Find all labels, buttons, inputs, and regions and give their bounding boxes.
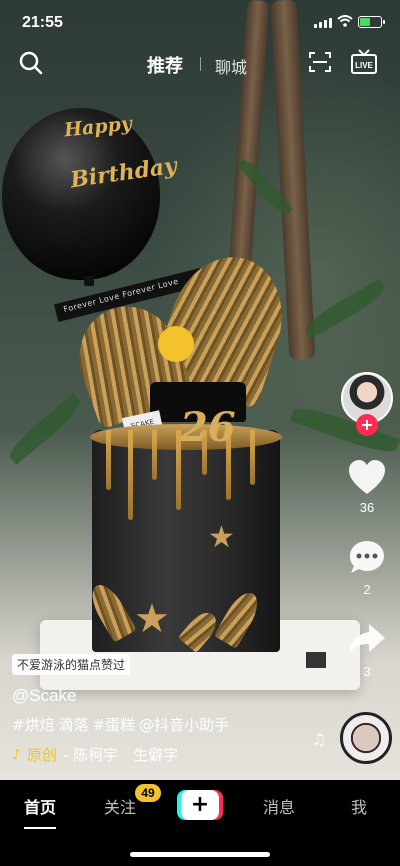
music-info[interactable]: ♪ 原创 - 陈柯宇 生僻字 (12, 744, 178, 765)
status-bar: 21:55 (0, 0, 400, 44)
search-icon[interactable] (18, 50, 44, 76)
gold-drip (152, 430, 157, 480)
gold-star: ★ (134, 596, 170, 642)
live-icon[interactable]: LIVE (351, 49, 377, 75)
music-note-icon: ♪ (12, 746, 21, 763)
balloon-knot (84, 276, 94, 286)
tab-me[interactable]: 我 (351, 794, 367, 818)
cake-label (306, 652, 326, 668)
scan-icon[interactable] (308, 50, 332, 74)
balloon-text-birthday: Birthday (68, 152, 179, 194)
tab-home[interactable]: 首页 (24, 794, 56, 818)
music-credit: - 陈柯宇 生僻字 (62, 746, 179, 764)
gold-star: ★ (208, 520, 235, 555)
chick-topper (158, 326, 194, 362)
follow-button[interactable]: + (356, 414, 378, 436)
cell-signal-icon (314, 18, 332, 28)
number-26-topper: 26 (180, 404, 236, 451)
tab-home-indicator (24, 827, 56, 829)
liked-by-tag: 不爱游泳的猫点赞过 (12, 654, 131, 675)
gold-drip (106, 430, 111, 490)
tab-divider (200, 57, 201, 71)
plant-leaf (301, 278, 389, 340)
svg-text:LIVE: LIVE (355, 61, 373, 70)
mention[interactable]: @抖音小助手 (139, 714, 229, 735)
music-notes-icon: ♫ (312, 730, 327, 749)
status-time: 21:55 (22, 14, 63, 31)
author-name[interactable]: @Scake (12, 686, 77, 706)
music-original-label: 原创 (26, 746, 57, 764)
music-disc[interactable] (340, 712, 392, 764)
follow-badge: 49 (135, 784, 161, 802)
comment-icon[interactable] (347, 538, 387, 578)
tab-city[interactable]: 聊城 (215, 54, 247, 78)
top-nav: 推荐 聊城 LIVE (0, 44, 400, 84)
gold-drip (250, 430, 255, 485)
add-video-button[interactable]: + (177, 790, 223, 820)
black-balloon: Happy Birthday (2, 108, 178, 280)
home-indicator (130, 852, 270, 857)
video-description: #烘焙 滴落 #蛋糕 @抖音小助手 (12, 714, 229, 735)
hashtag[interactable]: #蛋糕 (93, 714, 136, 735)
tab-messages[interactable]: 消息 (263, 794, 295, 818)
plant-leaf (4, 393, 86, 465)
balloon-text-happy: Happy (63, 112, 133, 142)
wifi-icon (337, 15, 353, 27)
tab-recommend[interactable]: 推荐 (147, 52, 183, 78)
comment-count: 2 (363, 582, 371, 597)
tab-follow[interactable]: 关注 (104, 794, 136, 818)
like-count: 36 (359, 500, 375, 515)
heart-icon[interactable] (347, 458, 387, 498)
battery-icon (358, 16, 385, 28)
hashtag[interactable]: #烘焙 (12, 714, 55, 735)
desc-text: 滴落 (58, 716, 89, 734)
gold-drip (128, 430, 133, 520)
share-icon[interactable] (347, 620, 387, 660)
plus-icon: + (181, 790, 219, 820)
share-count: 3 (363, 664, 371, 679)
